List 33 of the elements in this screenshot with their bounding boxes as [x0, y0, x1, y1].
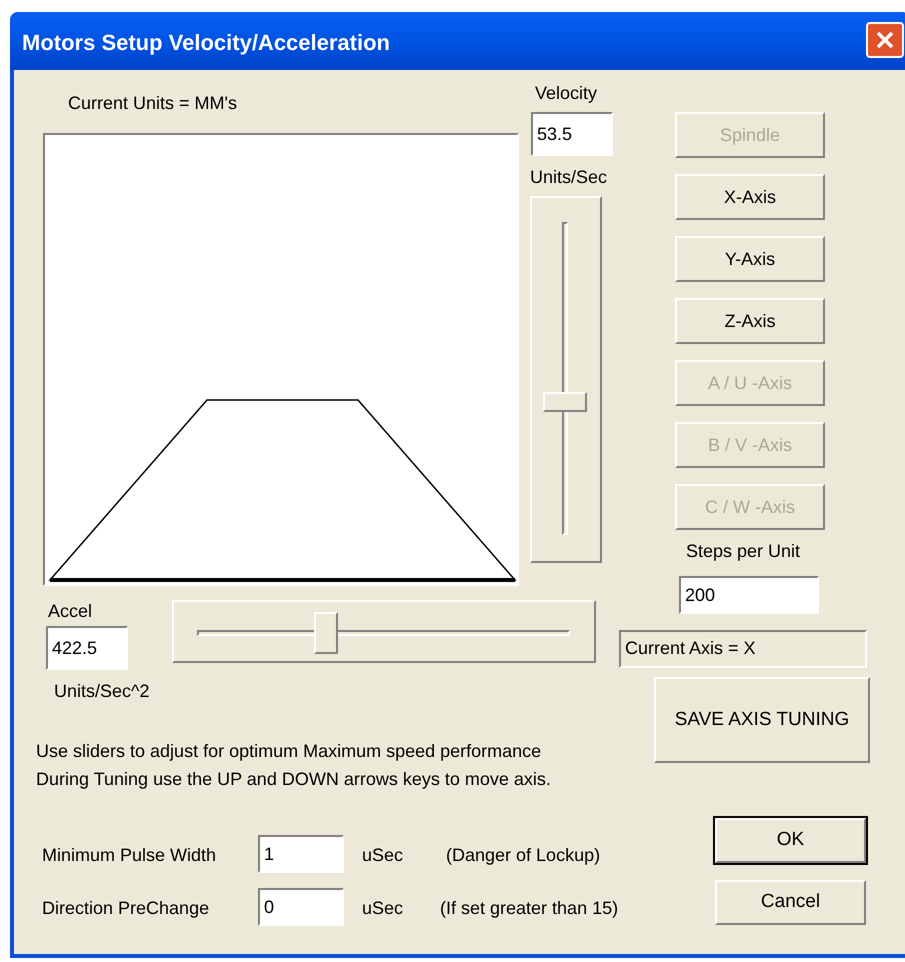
instruction-text: During Tuning use the UP and DOWN arrows keys to move axis. — [36, 768, 551, 790]
dialog-button[interactable]: OK — [715, 818, 866, 863]
velocity-field[interactable]: 53.5 — [531, 112, 613, 156]
note-text: (If set greater than 15) — [440, 897, 618, 919]
axis-button[interactable]: X-Axis — [675, 174, 825, 220]
instruction-text: Use sliders to adjust for optimum Maximum speed performance — [36, 740, 542, 762]
accel-units-label: Units/Sec^2 — [54, 680, 150, 702]
setting-field[interactable]: 0 — [258, 888, 344, 926]
slider-thumb[interactable] — [314, 612, 338, 654]
slider-thumb[interactable] — [543, 392, 587, 412]
steps-field[interactable]: 200 — [679, 576, 819, 614]
setting-label: Direction PreChange — [42, 897, 210, 919]
steps-label: Steps per Unit — [686, 540, 800, 562]
close-button[interactable] — [866, 22, 904, 58]
window-title: Motors Setup Velocity/Acceleration — [22, 29, 390, 57]
save-tuning-button[interactable]: SAVE AXIS TUNING — [654, 677, 870, 763]
note-text: (Danger of Lockup) — [446, 844, 600, 866]
accel-field[interactable]: 422.5 — [46, 626, 128, 670]
velocity-units-label: Units/Sec — [530, 166, 608, 188]
setting-label: Minimum Pulse Width — [42, 844, 216, 866]
velocity-label: Velocity — [535, 82, 598, 104]
units-label: Current Units = MM's — [68, 92, 237, 114]
setting-field[interactable]: 1 — [258, 835, 344, 873]
axis-button[interactable]: Y-Axis — [675, 236, 825, 282]
unit-label: uSec — [362, 844, 404, 866]
close-icon — [875, 30, 895, 50]
accel-slider[interactable] — [172, 600, 596, 663]
accel-label: Accel — [48, 600, 92, 622]
dialog-button[interactable]: Cancel — [715, 880, 866, 925]
unit-label: uSec — [362, 897, 404, 919]
current-axis-status: Current Axis = X — [619, 630, 867, 668]
velocity-slider[interactable] — [530, 196, 602, 563]
axis-button[interactable]: Z-Axis — [675, 298, 825, 344]
